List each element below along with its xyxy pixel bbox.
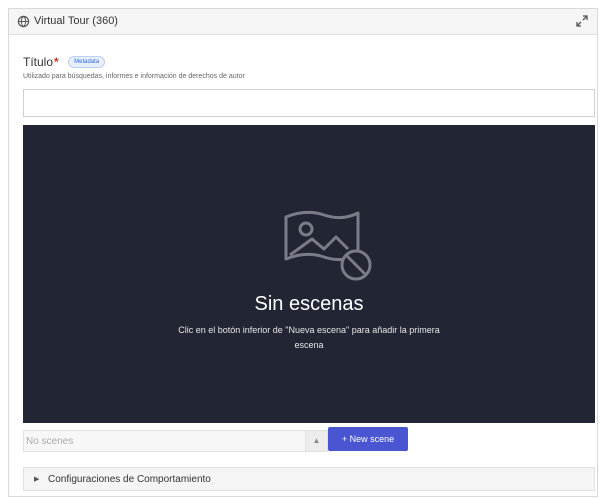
new-scene-button[interactable]: + New scene xyxy=(328,427,408,451)
metadata-badge[interactable]: Metadata xyxy=(68,55,106,68)
panel-title: Virtual Tour (360) xyxy=(34,15,118,27)
chevron-up-icon[interactable]: ▲ xyxy=(305,431,327,451)
panel-header: Virtual Tour (360) xyxy=(9,9,597,35)
scene-select[interactable]: No scenes ▲ xyxy=(23,430,328,452)
behaviour-settings-label: Configuraciones de Comportamiento xyxy=(48,474,211,485)
title-field-label-row: Título* Metadata xyxy=(23,53,106,69)
title-field-label: Título xyxy=(23,54,54,69)
empty-state-title: Sin escenas xyxy=(254,293,364,315)
title-field-helper: Utilizado para búsquedas, informes e inf… xyxy=(23,73,245,80)
behaviour-settings-section[interactable]: ▶ Configuraciones de Comportamiento xyxy=(23,467,595,491)
scene-select-placeholder: No scenes xyxy=(26,436,74,447)
no-image-icon xyxy=(284,210,372,281)
title-input[interactable] xyxy=(23,89,595,117)
expand-icon[interactable] xyxy=(575,14,589,28)
empty-state-description: Clic en el botón inferior de "Nueva esce… xyxy=(178,325,440,350)
required-mark: * xyxy=(54,54,59,69)
globe-icon xyxy=(17,15,30,28)
caret-right-icon: ▶ xyxy=(34,476,40,483)
scene-viewer[interactable]: Sin escenas Clic en el botón inferior de… xyxy=(23,125,595,423)
virtual-tour-panel: Virtual Tour (360) Título* Metadata Util… xyxy=(8,8,598,497)
